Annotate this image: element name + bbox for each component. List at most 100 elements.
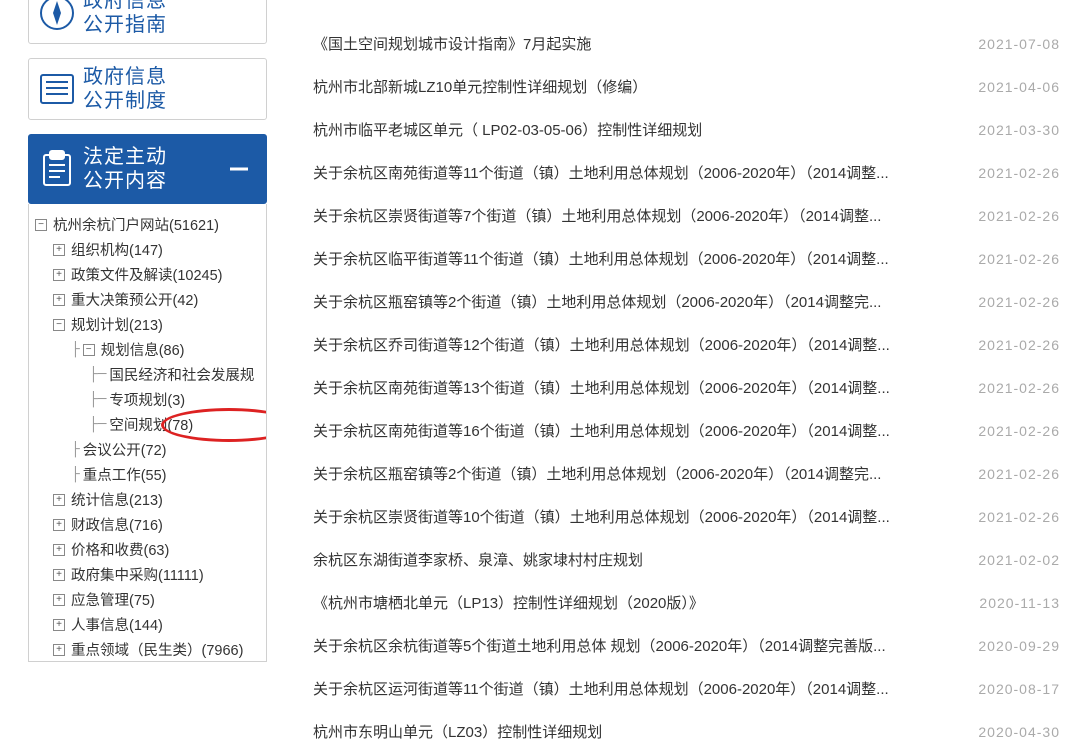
article-date: 2021-02-26	[978, 509, 1060, 525]
article-title[interactable]: 关于余杭区乔司街道等12个街道（镇）土地利用总体规划（2006-2020年）（2…	[313, 334, 890, 355]
tree-toggle-icon[interactable]: −	[53, 319, 65, 331]
category-tree[interactable]: −杭州余杭门户网站(51621)+组织机构(147)+政策文件及解读(10245…	[28, 204, 267, 662]
tree-toggle-icon[interactable]: +	[53, 269, 65, 281]
tree-node[interactable]: −杭州余杭门户网站(51621)	[35, 212, 264, 237]
card-label: 政府信息 公开指南	[83, 0, 167, 37]
tree-node[interactable]: ├─ 专项规划(3)	[89, 387, 264, 412]
tree-node[interactable]: −规划计划(213)	[53, 312, 264, 337]
article-date: 2021-07-08	[978, 36, 1060, 52]
tree-node[interactable]: + 重大决策预公开(42)	[53, 287, 264, 312]
article-row: 关于余杭区临平街道等11个街道（镇）土地利用总体规划（2006-2020年）（2…	[313, 237, 1060, 280]
tree-toggle-icon[interactable]: +	[53, 294, 65, 306]
tree-toggle-icon[interactable]: +	[53, 544, 65, 556]
tree-label: 重点工作(55)	[83, 464, 167, 485]
article-title[interactable]: 《杭州市塘栖北单元（LP13）控制性详细规划（2020版）》	[313, 592, 704, 613]
tree-node[interactable]: + 统计信息(213)	[53, 487, 264, 512]
tree-label: 会议公开(72)	[83, 439, 167, 460]
minus-icon	[230, 168, 248, 171]
article-row: 关于余杭区瓶窑镇等2个街道（镇）土地利用总体规划（2006-2020年）（201…	[313, 452, 1060, 495]
tree-label: 政策文件及解读(10245)	[71, 264, 222, 285]
article-title[interactable]: 关于余杭区崇贤街道等10个街道（镇）土地利用总体规划（2006-2020年）（2…	[313, 506, 890, 527]
tree-node[interactable]: + 应急管理(75)	[53, 587, 264, 612]
tree-label: 杭州余杭门户网站(51621)	[53, 214, 219, 235]
article-title[interactable]: 关于余杭区余杭街道等5个街道土地利用总体 规划（2006-2020年）（2014…	[313, 635, 886, 656]
tree-node[interactable]: + 价格和收费(63)	[53, 537, 264, 562]
article-date: 2021-02-02	[978, 552, 1060, 568]
tree-label: 专项规划(3)	[109, 389, 185, 410]
article-title[interactable]: 杭州市北部新城LZ10单元控制性详细规划（修编）	[313, 76, 647, 97]
tree-label: 组织机构(147)	[71, 239, 163, 260]
tree-toggle-icon[interactable]: +	[53, 569, 65, 581]
tree-label: 国民经济和社会发展规	[109, 364, 254, 385]
article-title[interactable]: 余杭区东湖街道李家桥、泉漳、姚家埭村村庄规划	[313, 549, 643, 570]
tree-label: 统计信息(213)	[71, 489, 163, 510]
tree-toggle-icon[interactable]: −	[35, 219, 47, 231]
tree-toggle-icon[interactable]: +	[53, 594, 65, 606]
tree-node[interactable]: +重点领域（民生类）(7966)	[53, 637, 264, 662]
tree-node[interactable]: +政府集中采购(11111)	[53, 562, 264, 587]
article-row: 关于余杭区余杭街道等5个街道土地利用总体 规划（2006-2020年）（2014…	[313, 624, 1060, 667]
article-title[interactable]: 关于余杭区瓶窑镇等2个街道（镇）土地利用总体规划（2006-2020年）（201…	[313, 291, 881, 312]
article-date: 2021-02-26	[978, 337, 1060, 353]
article-title[interactable]: 关于余杭区南苑街道等13个街道（镇）土地利用总体规划（2006-2020年）（2…	[313, 377, 890, 398]
article-date: 2020-09-29	[978, 638, 1060, 654]
tree-label: 应急管理(75)	[71, 589, 155, 610]
article-title[interactable]: 关于余杭区运河街道等11个街道（镇）土地利用总体规划（2006-2020年）（2…	[313, 678, 889, 699]
tree-node[interactable]: ├−规划信息(86)	[71, 337, 264, 362]
article-date: 2021-03-30	[978, 122, 1060, 138]
card-label: 政府信息 公开制度	[83, 65, 167, 113]
tree-node[interactable]: ├ 会议公开(72)	[71, 437, 264, 462]
article-date: 2021-02-26	[978, 423, 1060, 439]
article-row: 杭州市临平老城区单元（ LP02-03-05-06）控制性详细规划 2021-03…	[313, 108, 1060, 151]
tree-toggle-icon[interactable]: +	[53, 494, 65, 506]
article-title[interactable]: 杭州市东明山单元（LZ03）控制性详细规划	[313, 721, 602, 742]
article-row: 关于余杭区南苑街道等13个街道（镇）土地利用总体规划（2006-2020年）（2…	[313, 366, 1060, 409]
article-date: 2021-02-26	[978, 380, 1060, 396]
sidebar-card-guide[interactable]: 政府信息 公开指南	[28, 0, 267, 44]
article-list: 《国土空间规划城市设计指南》7月起实施 2021-07-08 杭州市北部新城LZ10…	[295, 0, 1080, 753]
article-title[interactable]: 关于余杭区南苑街道等11个街道（镇）土地利用总体规划（2006-2020年）（2…	[313, 162, 889, 183]
sidebar: 政府信息 公开指南 政府信息 公开制度	[0, 0, 295, 753]
tree-node[interactable]: + 政策文件及解读(10245)	[53, 262, 264, 287]
tree-toggle-icon[interactable]: +	[53, 644, 65, 656]
article-row: 《国土空间规划城市设计指南》7月起实施 2021-07-08	[313, 22, 1060, 65]
article-row: 杭州市东明山单元（LZ03）控制性详细规划 2020-04-30	[313, 710, 1060, 753]
sidebar-card-statutory[interactable]: 法定主动 公开内容	[28, 134, 267, 204]
article-row: 关于余杭区瓶窑镇等2个街道（镇）土地利用总体规划（2006-2020年）（201…	[313, 280, 1060, 323]
article-row: 余杭区东湖街道李家桥、泉漳、姚家埭村村庄规划 2021-02-02	[313, 538, 1060, 581]
tree-node[interactable]: + 人事信息(144)	[53, 612, 264, 637]
article-title[interactable]: 关于余杭区临平街道等11个街道（镇）土地利用总体规划（2006-2020年）（2…	[313, 248, 889, 269]
card-label: 法定主动 公开内容	[83, 145, 167, 193]
tree-toggle-icon[interactable]: +	[53, 244, 65, 256]
tree-node[interactable]: ├ 重点工作(55)	[71, 462, 264, 487]
article-title[interactable]: 关于余杭区崇贤街道等7个街道（镇）土地利用总体规划（2006-2020年）（20…	[313, 205, 881, 226]
article-row: 关于余杭区南苑街道等11个街道（镇）土地利用总体规划（2006-2020年）（2…	[313, 151, 1060, 194]
tree-node[interactable]: + 组织机构(147)	[53, 237, 264, 262]
tree-toggle-icon[interactable]: −	[83, 344, 95, 356]
article-title[interactable]: 关于余杭区瓶窑镇等2个街道（镇）土地利用总体规划（2006-2020年）（201…	[313, 463, 881, 484]
tree-label: 空间规划(78)	[109, 414, 193, 435]
tree-node[interactable]: ├─ 空间规划(78)	[89, 412, 264, 437]
article-date: 2021-02-26	[978, 294, 1060, 310]
article-title[interactable]: 《国土空间规划城市设计指南》7月起实施	[313, 33, 591, 54]
tree-toggle-icon[interactable]: +	[53, 619, 65, 631]
article-title[interactable]: 杭州市临平老城区单元（ LP02-03-05-06）控制性详细规划	[313, 119, 702, 140]
tree-label: 重大决策预公开(42)	[71, 289, 198, 310]
article-row: 杭州市北部新城LZ10单元控制性详细规划（修编） 2021-04-06	[313, 65, 1060, 108]
article-date: 2020-08-17	[978, 681, 1060, 697]
tree-toggle-icon[interactable]: +	[53, 519, 65, 531]
clipboard-icon	[31, 147, 83, 191]
sidebar-card-system[interactable]: 政府信息 公开制度	[28, 58, 267, 120]
tree-label: 价格和收费(63)	[71, 539, 169, 560]
article-title[interactable]: 关于余杭区南苑街道等16个街道（镇）土地利用总体规划（2006-2020年）（2…	[313, 420, 890, 441]
tree-node[interactable]: ├─ 国民经济和社会发展规	[89, 362, 264, 387]
article-date: 2020-04-30	[978, 724, 1060, 740]
article-row: 关于余杭区崇贤街道等7个街道（镇）土地利用总体规划（2006-2020年）（20…	[313, 194, 1060, 237]
article-date: 2021-04-06	[978, 79, 1060, 95]
tree-node[interactable]: + 财政信息(716)	[53, 512, 264, 537]
article-row: 关于余杭区崇贤街道等10个街道（镇）土地利用总体规划（2006-2020年）（2…	[313, 495, 1060, 538]
article-row: 关于余杭区南苑街道等16个街道（镇）土地利用总体规划（2006-2020年）（2…	[313, 409, 1060, 452]
tree-label: 财政信息(716)	[71, 514, 163, 535]
compass-icon	[31, 0, 83, 35]
tree-label: 人事信息(144)	[71, 614, 163, 635]
